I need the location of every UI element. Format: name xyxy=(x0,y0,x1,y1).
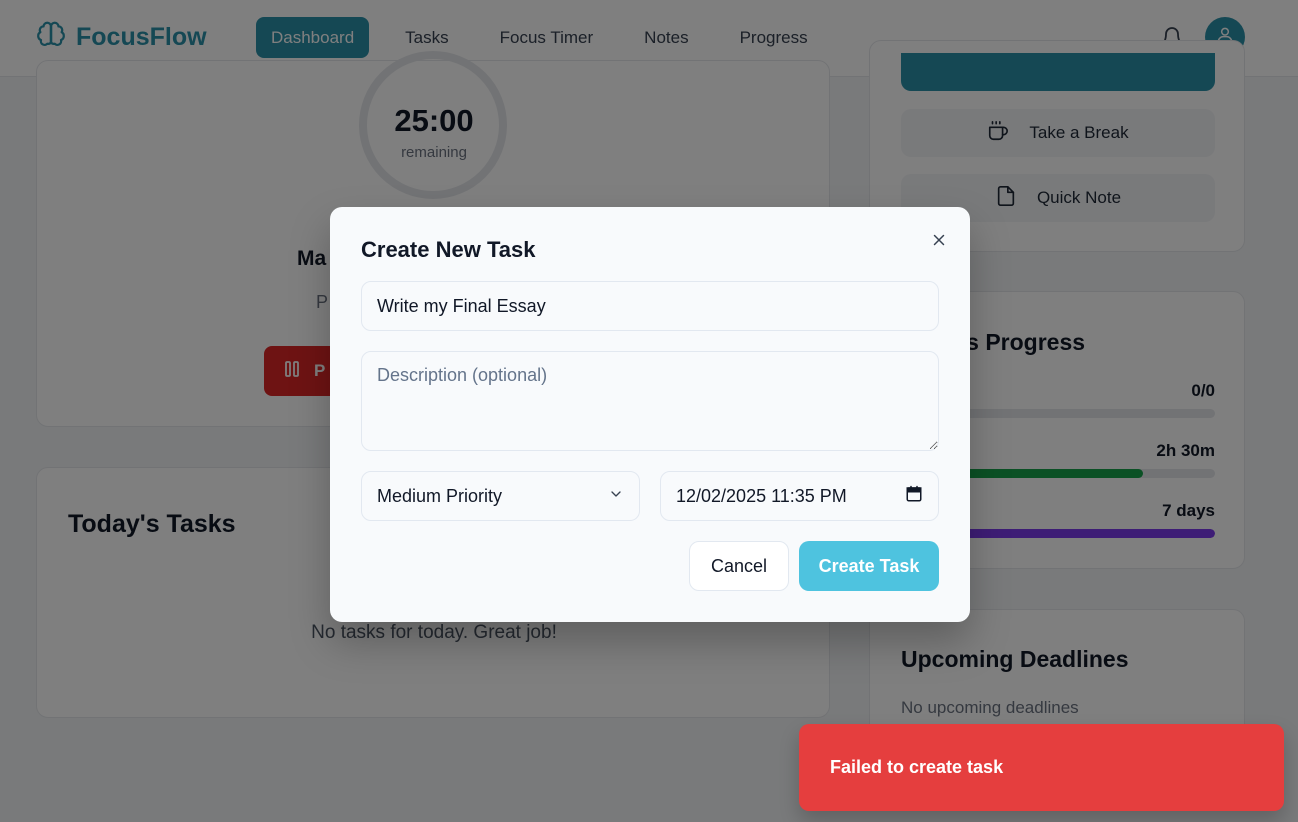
modal-title: Create New Task xyxy=(361,237,536,262)
task-description-input[interactable] xyxy=(361,351,939,451)
toast-message: Failed to create task xyxy=(830,757,1004,777)
error-toast: Failed to create task xyxy=(799,724,1284,811)
cancel-button[interactable]: Cancel xyxy=(689,541,789,591)
task-title-input[interactable] xyxy=(361,281,939,331)
chevron-down-icon xyxy=(608,486,624,507)
create-task-modal: Create New Task Medium Priority 12/02/20… xyxy=(330,207,970,622)
create-task-button[interactable]: Create Task xyxy=(799,541,939,591)
priority-select[interactable]: Medium Priority xyxy=(361,471,640,521)
due-datetime-input[interactable]: 12/02/2025 11:35 PM xyxy=(660,471,939,521)
close-icon[interactable] xyxy=(925,226,953,254)
datetime-value: 12/02/2025 11:35 PM xyxy=(676,485,847,506)
calendar-icon[interactable] xyxy=(905,485,923,508)
priority-value: Medium Priority xyxy=(377,485,503,506)
